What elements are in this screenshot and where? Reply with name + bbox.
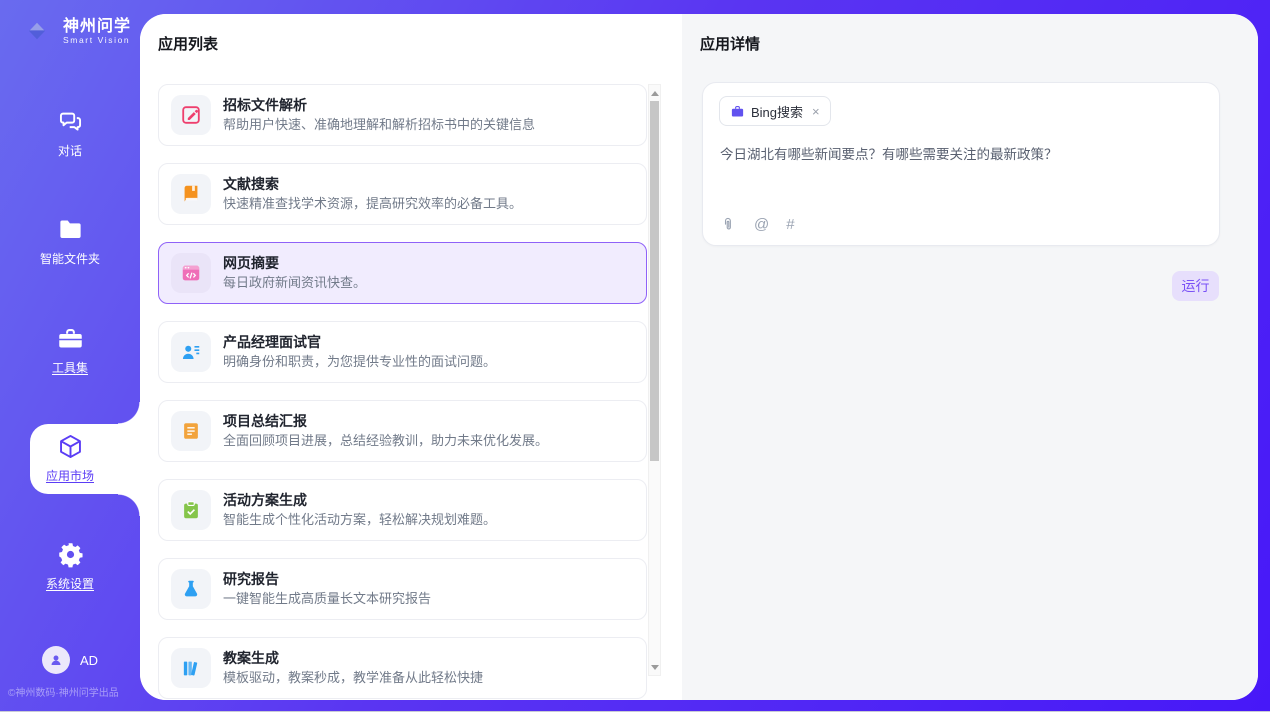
- toolbox-icon: [57, 325, 84, 352]
- pen-square-icon: [171, 95, 211, 135]
- clipboard-check-icon: [171, 490, 211, 530]
- prompt-card: Bing搜索 × 今日湖北有哪些新闻要点？有哪些需要关注的最新政策？ @ #: [702, 82, 1220, 246]
- sidebar-item-gear[interactable]: 系统设置: [0, 541, 140, 592]
- browser-code-icon: [171, 253, 211, 293]
- note-icon: [171, 411, 211, 451]
- composer-toolbar: @ #: [720, 216, 795, 233]
- tool-tag-label: Bing搜索: [751, 102, 803, 121]
- app-list-panel: 应用列表 招标文件解析 帮助用户快速、准确地理解和解析招标书中的关键信息 文献搜…: [140, 14, 682, 700]
- brand-diamond-icon: [18, 12, 56, 50]
- sidebar-item-cube[interactable]: 应用市场: [0, 433, 140, 484]
- app-detail-panel: 应用详情 Bing搜索 × 今日湖北有哪些新闻要点？有哪些需要关注的最新政策？ …: [682, 14, 1258, 700]
- app-list: 招标文件解析 帮助用户快速、准确地理解和解析招标书中的关键信息 文献搜索 快速精…: [158, 84, 647, 700]
- sidebar-item-toolbox[interactable]: 工具集: [0, 325, 140, 376]
- app-card-flask[interactable]: 研究报告 一键智能生成高质量长文本研究报告: [158, 558, 647, 620]
- app-card-books[interactable]: 教案生成 模板驱动，教案秒成，教学准备从此轻松快捷: [158, 637, 647, 699]
- mention-icon[interactable]: @: [754, 216, 769, 233]
- query-text[interactable]: 今日湖北有哪些新闻要点？有哪些需要关注的最新政策？: [720, 145, 1203, 164]
- sidebar-item-folder[interactable]: 智能文件夹: [0, 216, 140, 267]
- cube-icon: [57, 433, 84, 460]
- close-icon[interactable]: ×: [812, 104, 820, 119]
- brand-name: 神州问学: [63, 18, 131, 35]
- content-panel: 应用列表 招标文件解析 帮助用户快速、准确地理解和解析招标书中的关键信息 文献搜…: [140, 14, 1258, 700]
- scrollbar[interactable]: [648, 84, 661, 676]
- app-card-interviewer[interactable]: 产品经理面试官 明确身份和职责，为您提供专业性的面试问题。: [158, 321, 647, 383]
- paperclip-icon[interactable]: [720, 216, 737, 233]
- active-nav-fillet-bottom: [118, 494, 140, 516]
- chat-icon: [57, 108, 84, 135]
- scroll-up-icon[interactable]: [649, 87, 660, 99]
- avatar[interactable]: [42, 646, 70, 674]
- user-label: AD: [80, 653, 98, 668]
- user-icon: [48, 652, 64, 668]
- books-icon: [171, 648, 211, 688]
- hash-icon[interactable]: #: [786, 216, 794, 233]
- flask-icon: [171, 569, 211, 609]
- app-card-book[interactable]: 文献搜索 快速精准查找学术资源，提高研究效率的必备工具。: [158, 163, 647, 225]
- app-detail-title: 应用详情: [700, 33, 760, 54]
- tool-tag-bing-search[interactable]: Bing搜索 ×: [719, 96, 831, 126]
- book-icon: [171, 174, 211, 214]
- brand-logo: 神州问学 Smart Vision: [18, 12, 131, 50]
- active-nav-fillet-top: [118, 402, 140, 424]
- interviewer-icon: [171, 332, 211, 372]
- run-button[interactable]: 运行: [1172, 271, 1219, 301]
- gear-icon: [57, 541, 84, 568]
- app-card-pen-square[interactable]: 招标文件解析 帮助用户快速、准确地理解和解析招标书中的关键信息: [158, 84, 647, 146]
- user-row[interactable]: AD: [0, 646, 140, 674]
- scrollbar-thumb[interactable]: [650, 101, 659, 461]
- sidebar-item-chat[interactable]: 对话: [0, 108, 140, 159]
- copyright-footer: ©神州数码·神州问学出品: [8, 684, 140, 699]
- folder-icon: [57, 216, 84, 243]
- app-card-note[interactable]: 项目总结汇报 全面回顾项目进展，总结经验教训，助力未来优化发展。: [158, 400, 647, 462]
- app-card-browser-code[interactable]: 网页摘要 每日政府新闻资讯快查。: [158, 242, 647, 304]
- app-card-clipboard-check[interactable]: 活动方案生成 智能生成个性化活动方案，轻松解决规划难题。: [158, 479, 647, 541]
- brand-subtitle: Smart Vision: [63, 35, 131, 45]
- app-list-title: 应用列表: [158, 33, 218, 54]
- briefcase-icon: [730, 104, 745, 119]
- scroll-down-icon[interactable]: [649, 661, 660, 673]
